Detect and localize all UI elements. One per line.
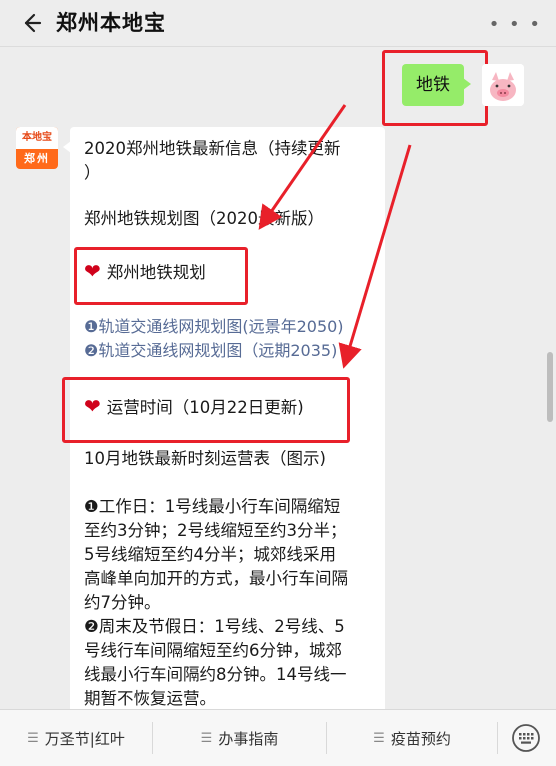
keyboard-icon[interactable]	[510, 722, 542, 754]
annotation-arrows	[258, 104, 412, 369]
back-arrow-icon[interactable]	[18, 10, 44, 36]
menu-label: 疫苗预约	[390, 729, 451, 748]
bottom-menu: ☰ 万圣节|红叶 ☰ 办事指南 ☰ 疫苗预约	[0, 709, 556, 766]
menu-label: 办事指南	[218, 729, 279, 748]
arrow-to-hours	[338, 144, 412, 369]
chat-area: 地铁 本地宝 郑州 2020郑州地铁最新信息（持续更新 ） 郑州地铁规划图（20…	[0, 47, 556, 709]
menu-list-icon: ☰	[200, 730, 213, 746]
menu-item-halloween[interactable]: ☰ 万圣节|红叶	[0, 710, 152, 766]
menu-divider	[497, 722, 498, 754]
menu-list-icon: ☰	[27, 730, 39, 746]
more-dots-icon[interactable]: • • •	[489, 14, 542, 35]
scrollbar-thumb[interactable]	[547, 352, 553, 422]
arrow-to-planning	[258, 104, 347, 230]
top-bar: 郑州本地宝 • • •	[0, 0, 556, 47]
menu-item-guide[interactable]: ☰ 办事指南	[153, 710, 326, 766]
menu-label: 万圣节|红叶	[44, 729, 125, 748]
menu-item-vaccine[interactable]: ☰ 疫苗预约	[327, 710, 497, 766]
menu-list-icon: ☰	[373, 730, 385, 746]
page-title: 郑州本地宝	[56, 11, 166, 35]
